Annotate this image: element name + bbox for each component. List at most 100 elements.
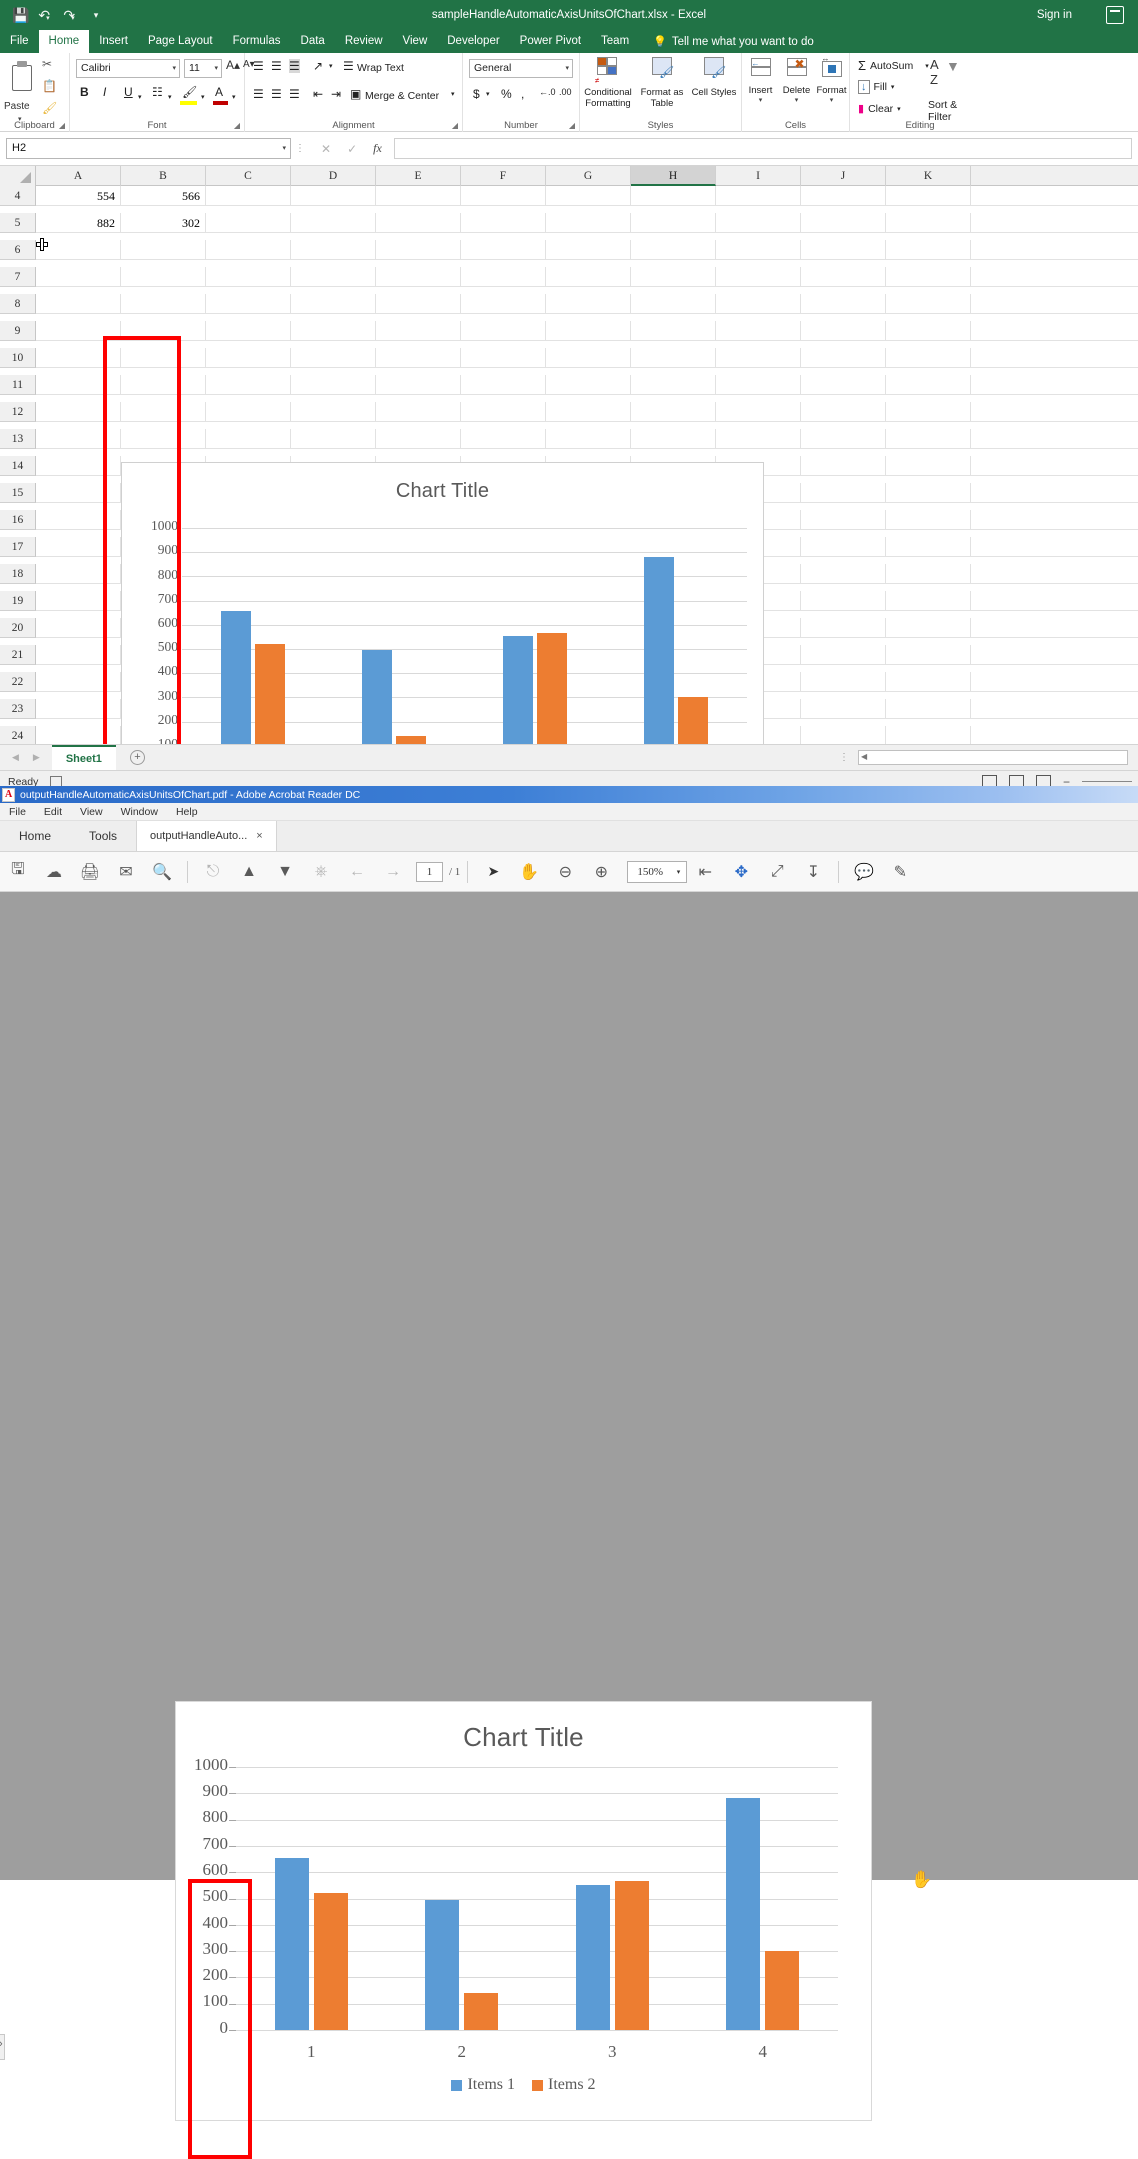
cell-D7[interactable]: [291, 267, 376, 287]
decrease-decimal-icon[interactable]: .00: [559, 87, 572, 97]
row-header-20[interactable]: 20: [0, 618, 36, 638]
currency-format-button[interactable]: $: [473, 87, 480, 101]
cell-E13[interactable]: [376, 429, 461, 449]
cell-F12[interactable]: [461, 402, 546, 422]
paste-label[interactable]: Paste: [4, 101, 30, 112]
sheet-tab-sheet1[interactable]: Sheet1: [52, 745, 116, 771]
row-header-16[interactable]: 16: [0, 510, 36, 530]
align-right-icon[interactable]: ☰: [289, 87, 300, 101]
page-number-input[interactable]: 1: [416, 862, 443, 882]
row-header-4[interactable]: 4: [0, 186, 36, 206]
cell-E8[interactable]: [376, 294, 461, 314]
tab-data[interactable]: Data: [291, 30, 335, 53]
sheet-nav-arrows[interactable]: ◀ ▶: [0, 752, 52, 763]
chevron-down-icon[interactable]: ▾: [172, 64, 176, 72]
orientation-icon[interactable]: ↗: [313, 59, 323, 73]
cell-D6[interactable]: [291, 240, 376, 260]
cell-I7[interactable]: [716, 267, 801, 287]
underline-dropdown-icon[interactable]: ▾: [138, 93, 142, 101]
italic-button[interactable]: I: [103, 85, 106, 99]
save-icon[interactable]: 🖫: [7, 861, 29, 883]
fill-color-icon[interactable]: 🖌: [182, 85, 197, 99]
font-color-dropdown-icon[interactable]: ▾: [232, 93, 236, 101]
zoom-level-select[interactable]: 150% ▾: [627, 861, 687, 883]
align-center-icon[interactable]: ☰: [271, 87, 282, 101]
previous-page-icon[interactable]: ▲: [238, 861, 260, 883]
column-header-i[interactable]: I: [716, 166, 801, 186]
cell-E5[interactable]: [376, 213, 461, 233]
merge-dropdown-icon[interactable]: ▾: [451, 90, 455, 98]
cell-F10[interactable]: [461, 348, 546, 368]
insert-function-icon[interactable]: fx: [373, 141, 382, 156]
row-header-11[interactable]: 11: [0, 375, 36, 395]
cell-H8[interactable]: [631, 294, 716, 314]
copy-icon[interactable]: 📋: [42, 79, 57, 93]
merge-center-icon[interactable]: ▣: [350, 87, 361, 101]
cell-D4[interactable]: [291, 186, 376, 206]
align-bottom-icon[interactable]: ☰: [289, 59, 300, 73]
cell-B7[interactable]: [121, 267, 206, 287]
zoom-in-icon[interactable]: ⊕: [590, 861, 612, 883]
cell-G9[interactable]: [546, 321, 631, 341]
cell-E12[interactable]: [376, 402, 461, 422]
cell-E9[interactable]: [376, 321, 461, 341]
cell-I8[interactable]: [716, 294, 801, 314]
column-header-h[interactable]: H: [631, 166, 716, 186]
row-header-15[interactable]: 15: [0, 483, 36, 503]
cell-K15[interactable]: [886, 483, 971, 503]
wrap-text-label[interactable]: Wrap Text: [357, 62, 404, 74]
cell-J16[interactable]: [801, 510, 886, 530]
cell-I10[interactable]: [716, 348, 801, 368]
font-name-input[interactable]: Calibri ▾: [76, 59, 180, 78]
font-color-swatch[interactable]: [213, 101, 228, 105]
navigation-pane-toggle[interactable]: [0, 2034, 5, 2060]
cell-G12[interactable]: [546, 402, 631, 422]
autosum-button[interactable]: Σ AutoSum ▾: [858, 58, 929, 73]
tab-home[interactable]: Home: [39, 30, 90, 53]
fill-color-swatch[interactable]: [180, 101, 197, 105]
cell-B6[interactable]: [121, 240, 206, 260]
tab-document[interactable]: outputHandleAuto... ×: [136, 821, 277, 851]
cell-J15[interactable]: [801, 483, 886, 503]
cell-C13[interactable]: [206, 429, 291, 449]
cell-G11[interactable]: [546, 375, 631, 395]
insert-dropdown-icon[interactable]: ▾: [743, 96, 778, 104]
bold-button[interactable]: B: [80, 85, 89, 99]
cell-C9[interactable]: [206, 321, 291, 341]
cell-K21[interactable]: [886, 645, 971, 665]
menu-file[interactable]: File: [0, 806, 35, 818]
cell-B8[interactable]: [121, 294, 206, 314]
column-header-e[interactable]: E: [376, 166, 461, 186]
close-icon[interactable]: ×: [256, 830, 262, 842]
cell-H4[interactable]: [631, 186, 716, 206]
cell-J7[interactable]: [801, 267, 886, 287]
select-all-corner[interactable]: [0, 166, 36, 186]
cell-D12[interactable]: [291, 402, 376, 422]
cell-C6[interactable]: [206, 240, 291, 260]
cell-J11[interactable]: [801, 375, 886, 395]
column-header-k[interactable]: K: [886, 166, 971, 186]
autosum-dropdown-icon[interactable]: ▾: [925, 62, 929, 70]
percent-format-button[interactable]: %: [501, 87, 512, 101]
cell-I6[interactable]: [716, 240, 801, 260]
cell-E7[interactable]: [376, 267, 461, 287]
row-header-14[interactable]: 14: [0, 456, 36, 476]
scroll-left-icon[interactable]: ◀: [861, 752, 867, 761]
fill-button[interactable]: ↓ Fill ▾: [858, 80, 894, 94]
chevron-down-icon[interactable]: ▾: [214, 64, 218, 72]
cell-I9[interactable]: [716, 321, 801, 341]
font-dialog-launcher[interactable]: ◢: [234, 121, 240, 130]
cell-F4[interactable]: [461, 186, 546, 206]
horizontal-scrollbar[interactable]: ◀: [858, 750, 1128, 765]
search-icon[interactable]: 🔍: [151, 861, 173, 883]
cell-K16[interactable]: [886, 510, 971, 530]
tab-developer[interactable]: Developer: [437, 30, 509, 53]
cell-B5[interactable]: 302: [121, 213, 206, 233]
cell-J10[interactable]: [801, 348, 886, 368]
borders-icon[interactable]: ☷: [152, 85, 163, 99]
column-header-c[interactable]: C: [206, 166, 291, 186]
row-header-17[interactable]: 17: [0, 537, 36, 557]
cell-C4[interactable]: [206, 186, 291, 206]
cell-K11[interactable]: [886, 375, 971, 395]
cell-J6[interactable]: [801, 240, 886, 260]
